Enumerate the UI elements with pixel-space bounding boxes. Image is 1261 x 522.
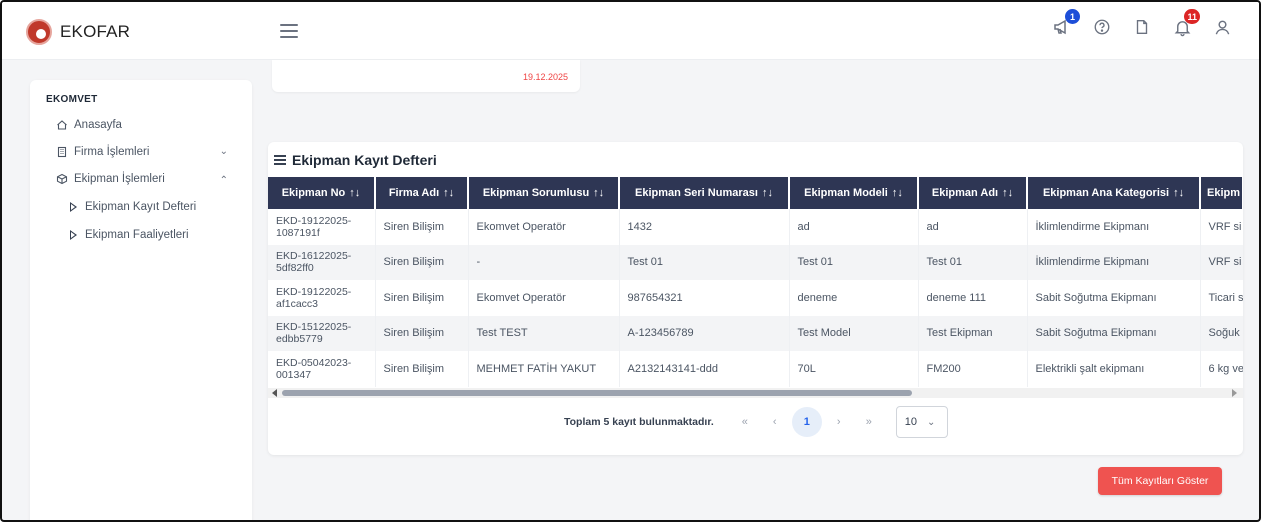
sidebar: EKOMVET Anasayfa Firma İşlemleri ⌄ Ekipm… xyxy=(30,80,252,520)
show-all-records-button[interactable]: Tüm Kayıtları Göster xyxy=(1098,467,1222,495)
table-row[interactable]: EKD-16122025-5df82ff0 Siren Bilişim - Te… xyxy=(268,244,1243,280)
table-header-row: Ekipman No ↑↓ Firma Adı ↑↓ Ekipman Sorumlu… xyxy=(268,177,1243,209)
app-name: EKOFAR xyxy=(60,22,131,41)
sort-icon[interactable]: ↑↓ xyxy=(1173,187,1184,199)
page-size-select[interactable]: 10 ⌄ xyxy=(895,406,948,438)
play-outline-icon xyxy=(70,230,77,240)
sort-icon[interactable]: ↑↓ xyxy=(762,187,773,199)
menu-toggle-button[interactable] xyxy=(280,24,298,38)
page-1-button[interactable]: 1 xyxy=(791,407,822,437)
card-title: Ekipman Kayıt Defteri xyxy=(274,152,437,168)
home-icon xyxy=(56,119,68,131)
column-header-ekipman-adi[interactable]: Ekipman Adı ↑↓ xyxy=(918,177,1028,209)
total-records-text: Toplam 5 kayıt bulunmaktadır. xyxy=(564,416,714,428)
sidebar-item-label: Anasayfa xyxy=(74,119,122,131)
column-header-ekipman-no[interactable]: Ekipman No ↑↓ xyxy=(268,177,376,209)
table-row[interactable]: EKD-19122025-af1cacc3 Siren Bilişim Ekom… xyxy=(268,280,1243,316)
sidebar-subitem-label: Ekipman Faaliyetleri xyxy=(85,229,189,241)
sort-icon[interactable]: ↑↓ xyxy=(892,187,903,199)
sidebar-item-label: Ekipman İşlemleri xyxy=(74,173,165,185)
scroll-left-icon[interactable] xyxy=(272,389,277,397)
chevron-up-icon[interactable]: ⌃ xyxy=(220,175,228,186)
page-size-value: 10 xyxy=(904,416,918,428)
column-header-ekipman-modeli[interactable]: Ekipman Modeli ↑↓ xyxy=(789,177,919,209)
help-icon xyxy=(1094,19,1110,35)
horizontal-scrollbar[interactable] xyxy=(268,388,1243,398)
pagination: Toplam 5 kayıt bulunmaktadır. « ‹ 1 › » … xyxy=(564,406,948,438)
box-icon xyxy=(56,173,68,185)
info-card: 19.12.2025 xyxy=(272,60,580,92)
table-row[interactable]: EKD-05042023-001347 Siren Bilişim MEHMET… xyxy=(268,351,1243,387)
equipment-registry-card: Ekipman Kayıt Defteri Ekipman No ↑↓ Firma… xyxy=(268,142,1243,455)
card-title-text: Ekipman Kayıt Defteri xyxy=(292,152,437,168)
app-logo[interactable]: EKOFAR xyxy=(26,19,130,45)
sidebar-subitem-ekipman-kayit-defteri[interactable]: Ekipman Kayıt Defteri xyxy=(70,198,196,216)
announcement-button[interactable]: 1 xyxy=(1051,9,1080,38)
document-icon xyxy=(1136,20,1148,34)
sort-icon[interactable]: ↑↓ xyxy=(593,187,604,199)
document-button[interactable] xyxy=(1131,16,1153,38)
sidebar-subitem-label: Ekipman Kayıt Defteri xyxy=(85,201,197,213)
last-page-button[interactable]: » xyxy=(856,409,882,435)
chevron-down-icon: ⌄ xyxy=(927,416,936,428)
scroll-right-icon[interactable] xyxy=(1232,389,1237,397)
sort-icon[interactable]: ↑↓ xyxy=(349,187,360,199)
column-header-truncated[interactable]: Ekipm xyxy=(1200,177,1243,209)
registry-table: Ekipman No ↑↓ Firma Adı ↑↓ Ekipman Sorumlu… xyxy=(268,177,1243,387)
header-actions: 1 11 xyxy=(1033,9,1233,38)
sidebar-item-firma-islemleri[interactable]: Firma İşlemleri xyxy=(56,143,149,161)
column-header-firma-adi[interactable]: Firma Adı ↑↓ xyxy=(375,177,469,209)
column-header-ekipman-sorumlusu[interactable]: Ekipman Sorumlusu ↑↓ xyxy=(468,177,620,209)
scrollbar-thumb[interactable] xyxy=(282,390,912,396)
sort-icon[interactable]: ↑↓ xyxy=(443,187,454,199)
notifications-button[interactable]: 11 xyxy=(1171,9,1200,38)
user-menu-button[interactable] xyxy=(1211,16,1233,38)
column-header-ana-kategori[interactable]: Ekipman Ana Kategorisi ↑↓ xyxy=(1027,177,1201,209)
app-frame: EKOFAR 1 11 EKOMVET Anasayfa Firma İşlem… xyxy=(0,0,1261,522)
prev-page-button[interactable]: ‹ xyxy=(762,409,788,435)
info-card-date: 19.12.2025 xyxy=(522,72,568,82)
help-button[interactable] xyxy=(1091,16,1113,38)
sort-icon[interactable]: ↑↓ xyxy=(1002,187,1013,199)
top-bar: EKOFAR 1 11 xyxy=(2,2,1259,60)
sidebar-section-title: EKOMVET xyxy=(46,94,98,105)
user-icon xyxy=(1215,20,1229,34)
sidebar-item-anasayfa[interactable]: Anasayfa xyxy=(56,116,122,134)
column-header-seri-numarasi[interactable]: Ekipman Seri Numarası ↑↓ xyxy=(619,177,790,209)
sidebar-item-ekipman-islemleri[interactable]: Ekipman İşlemleri xyxy=(56,170,165,188)
play-outline-icon xyxy=(70,202,77,212)
building-icon xyxy=(56,146,68,158)
logo-seal-icon xyxy=(26,19,52,45)
table-row[interactable]: EKD-19122025-1087191f Siren Bilişim Ekom… xyxy=(268,209,1243,245)
sidebar-subitem-ekipman-faaliyetleri[interactable]: Ekipman Faaliyetleri xyxy=(70,226,189,244)
sidebar-item-label: Firma İşlemleri xyxy=(74,146,150,158)
list-icon xyxy=(274,153,286,167)
chevron-down-icon[interactable]: ⌄ xyxy=(220,146,228,157)
first-page-button[interactable]: « xyxy=(732,409,758,435)
next-page-button[interactable]: › xyxy=(826,409,852,435)
registry-table-container: Ekipman No ↑↓ Firma Adı ↑↓ Ekipman Sorumlu… xyxy=(268,177,1243,387)
announcement-badge: 1 xyxy=(1065,9,1080,24)
table-row[interactable]: EKD-15122025-edbb5779 Siren Bilişim Test… xyxy=(268,315,1243,351)
notification-badge: 11 xyxy=(1184,9,1200,24)
